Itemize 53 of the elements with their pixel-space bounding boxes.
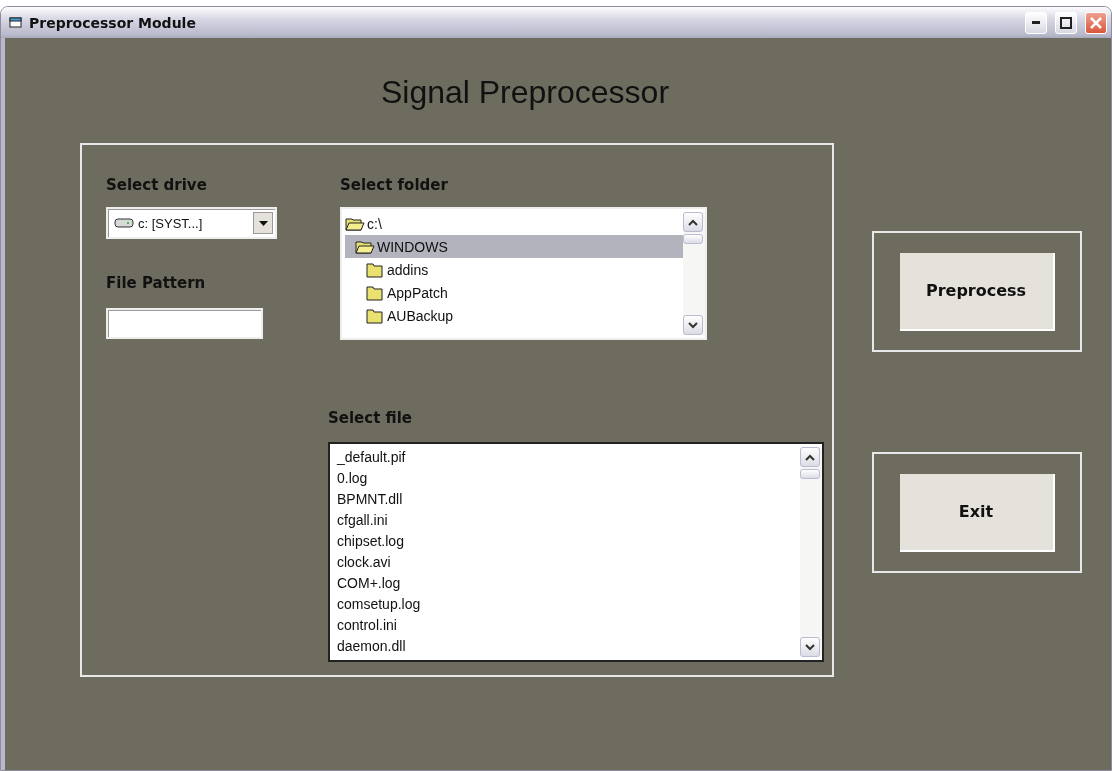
dropdown-arrow-icon [258,220,268,226]
folder-icon [365,307,385,324]
chevron-down-icon [688,321,698,329]
file-item[interactable]: cfgall.ini [333,510,800,531]
file-label: Select file [328,408,413,428]
minimize-button[interactable] [1025,11,1047,34]
file-item[interactable]: chipset.log [333,531,800,552]
open-folder-icon [345,215,365,232]
drive-dropdown[interactable]: c: [SYST...] [106,207,277,239]
file-item[interactable]: control.ini [333,615,800,636]
drive-icon [114,217,134,229]
folder-item[interactable]: addins [345,258,683,281]
chevron-up-icon [688,218,698,226]
heading: Signal Preprocessor [379,74,671,111]
file-item[interactable]: 0.log [333,468,800,489]
folder-icon [365,284,385,301]
scroll-thumb[interactable] [800,469,820,479]
folder-item[interactable]: AUBackup [345,304,683,327]
folder-item[interactable]: WINDOWS [345,235,683,258]
file-item[interactable]: clock.avi [333,552,800,573]
maximize-icon [1060,16,1072,29]
scroll-down-button[interactable] [800,637,820,657]
file-item[interactable]: _default.pif [333,447,800,468]
window-title: Preprocessor Module [29,14,197,31]
folder-item[interactable]: AppPatch [345,281,683,304]
action-button[interactable]: Exit [899,473,1055,552]
scrollbar[interactable] [683,212,705,335]
pattern-label: File Pattern [106,273,207,293]
pattern-input[interactable] [106,308,263,339]
chevron-down-icon [805,643,815,651]
scroll-thumb[interactable] [683,234,703,244]
window-icon [9,16,23,29]
close-button[interactable] [1085,11,1107,34]
folder-list[interactable]: c:\ WINDOWS addins AppPatch AUBackup [340,207,707,340]
folder-label: Select folder [340,175,449,195]
scroll-up-button[interactable] [683,212,703,232]
folder-item[interactable]: c:\ [345,212,683,235]
scroll-up-button[interactable] [800,447,820,467]
drive-label: Select drive [106,175,208,195]
scroll-down-button[interactable] [683,315,703,335]
maximize-button[interactable] [1055,11,1077,34]
file-item[interactable]: comsetup.log [333,594,800,615]
chevron-up-icon [805,453,815,461]
file-list[interactable]: _default.pif 0.log BPMNT.dll cfgall.ini chipset.log clock.avi COM+.log comsetup.log control.ini daemon.dll [328,442,824,662]
folder-icon [365,261,385,278]
open-folder-icon [355,238,375,255]
scrollbar[interactable] [800,447,822,657]
file-item[interactable]: COM+.log [333,573,800,594]
close-icon [1090,16,1102,29]
file-item[interactable]: BPMNT.dll [333,489,800,510]
action-button[interactable]: Preprocess [899,252,1055,331]
file-item[interactable]: daemon.dll [333,636,800,657]
minimize-icon [1032,21,1040,24]
